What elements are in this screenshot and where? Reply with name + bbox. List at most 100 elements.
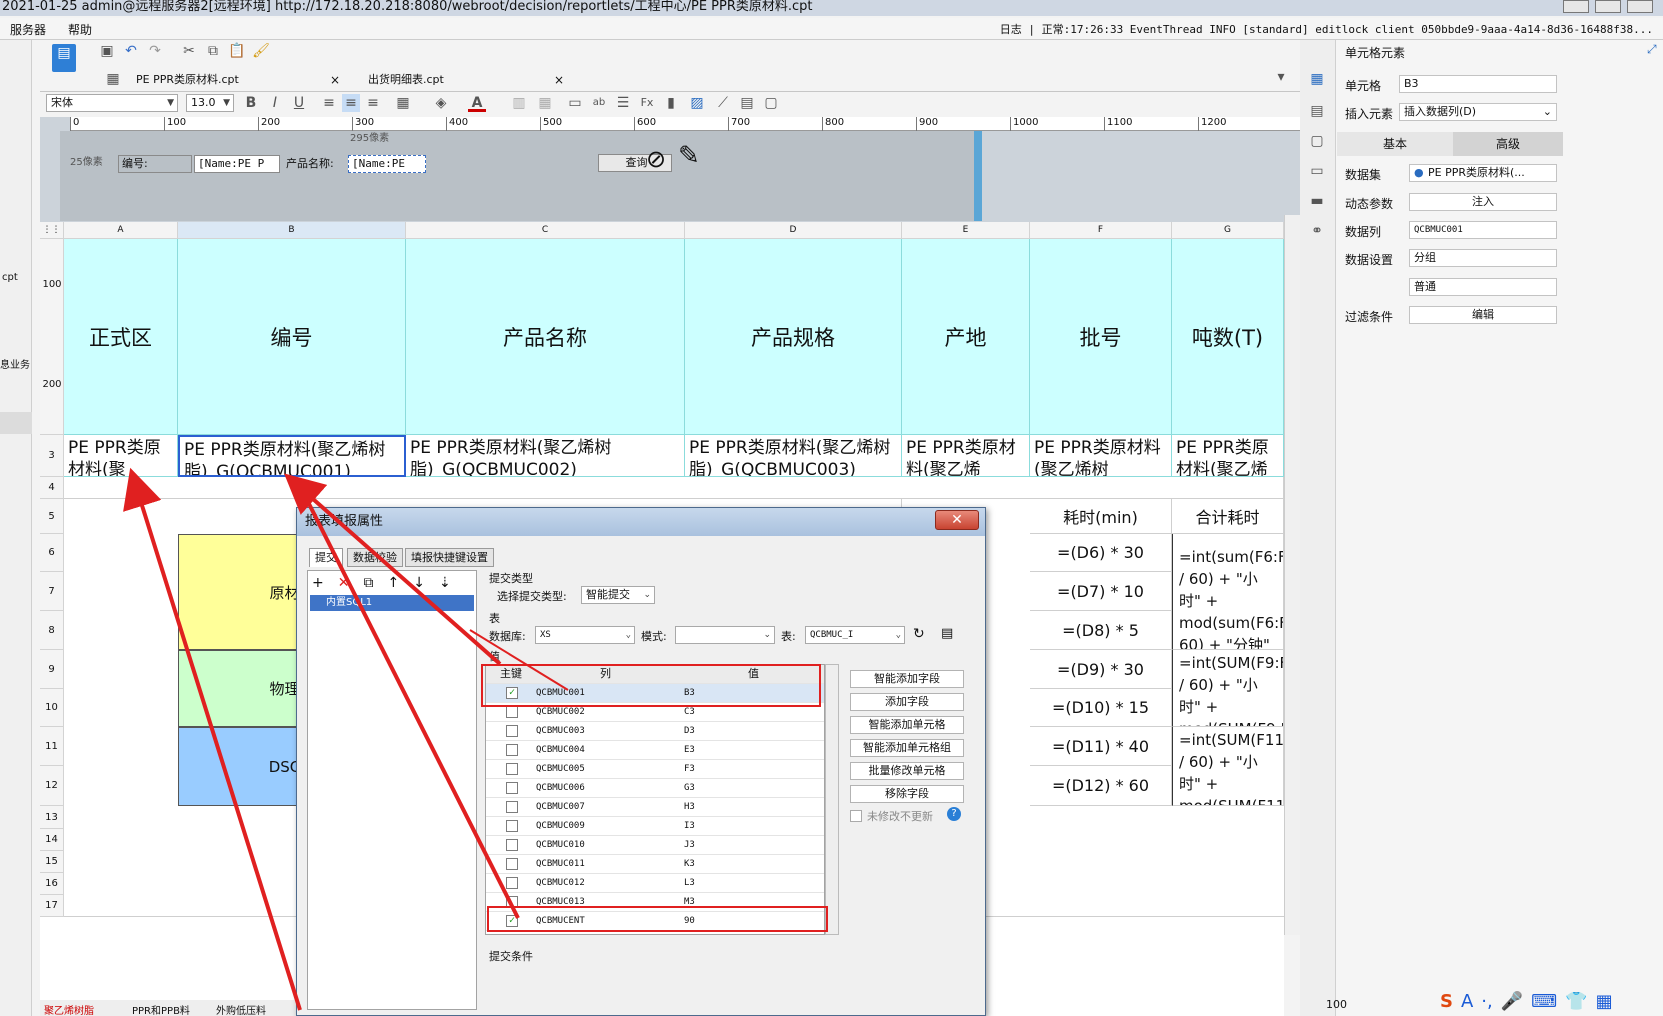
cell-f5[interactable]: 耗时(min) <box>1030 499 1172 534</box>
code-widget[interactable]: [Name:PE P <box>194 155 280 173</box>
cell-g9[interactable]: =int(SUM(F9:F10) / 60) + "小时" + mod(SUM(… <box>1172 650 1284 727</box>
frame-icon[interactable]: ▢ <box>762 94 780 112</box>
minimize-button[interactable] <box>1563 0 1589 13</box>
header-cell-e2[interactable]: 产地 <box>902 239 1030 435</box>
row-header-13[interactable]: 13 <box>40 806 64 829</box>
tab-ppr[interactable]: PE PPR类原材料.cpt × <box>126 68 346 92</box>
cell-f7[interactable]: =(D7) * 10 <box>1030 572 1172 611</box>
data-cell-a3[interactable]: PE PPR类原材料(聚 <box>64 435 178 477</box>
format-painter-icon[interactable]: 🖌 <box>252 42 270 60</box>
tab-shipping[interactable]: 出货明细表.cpt × <box>358 68 570 92</box>
smart-add-field-button[interactable]: 智能添加字段 <box>850 670 964 688</box>
data-cell-g3[interactable]: PE PPR类原材料(聚乙烯 <box>1172 435 1284 477</box>
smart-add-cell-group-button[interactable]: 智能添加单元格组 <box>850 739 964 757</box>
tab-validation[interactable]: 数据校验 <box>347 548 403 567</box>
dialog-close-button[interactable]: ✕ <box>935 510 979 530</box>
header-cell-b2[interactable]: 编号 <box>178 239 406 435</box>
data-setting-select-2[interactable]: 普通 <box>1409 278 1557 296</box>
primary-key-checkbox[interactable] <box>506 877 518 889</box>
text-icon[interactable]: ab <box>590 94 608 112</box>
primary-key-checkbox[interactable] <box>506 744 518 756</box>
smart-add-cell-button[interactable]: 智能添加单元格 <box>850 716 964 734</box>
microphone-icon[interactable]: 🎤 <box>1501 991 1523 1012</box>
data-column-select[interactable]: QCBMUC001 <box>1409 221 1557 239</box>
data-cell-c3[interactable]: PE PPR类原材料(聚乙烯树脂)_G(QCBMUC002) <box>406 435 685 477</box>
header-cell-a2[interactable]: 正式区 <box>64 239 178 435</box>
sogou-icon[interactable]: S <box>1440 991 1453 1012</box>
data-cell-d3[interactable]: PE PPR类原材料(聚乙烯树脂)_G(QCBMUC003) <box>685 435 902 477</box>
border-icon[interactable]: ▦ <box>394 94 412 112</box>
insert-row-icon[interactable]: ▭ <box>566 94 584 112</box>
table-row[interactable]: QCBMUC010 J3 <box>486 836 824 855</box>
row-header-2[interactable]: 100 200 <box>40 239 64 435</box>
row-header-5[interactable]: 5 <box>40 499 64 534</box>
tools-icon[interactable]: ▦ <box>1596 991 1613 1012</box>
condition-icon[interactable]: ▭ <box>1308 162 1326 180</box>
database-select[interactable]: XS ⌄ <box>535 626 635 644</box>
italic-icon[interactable]: I <box>266 94 284 112</box>
table-row[interactable]: QCBMUC007 H3 <box>486 798 824 817</box>
row-header-16[interactable]: 16 <box>40 873 64 895</box>
ime-text-icon[interactable]: A <box>1461 991 1473 1012</box>
fill-color-icon[interactable]: ◈ <box>432 94 450 112</box>
chart-icon[interactable]: ▮ <box>662 94 680 112</box>
remove-field-button[interactable]: 移除字段 <box>850 785 964 803</box>
col-header-a[interactable]: A <box>64 222 178 239</box>
rich-text-icon[interactable]: ☰ <box>614 94 632 112</box>
no-update-checkbox[interactable] <box>850 810 862 822</box>
cell-element-icon[interactable]: ▦ <box>1308 70 1326 88</box>
table-scrollbar[interactable] <box>825 664 839 935</box>
col-header-f[interactable]: F <box>1030 222 1172 239</box>
tab-advanced[interactable]: 高级 <box>1453 132 1563 156</box>
batch-modify-cell-button[interactable]: 批量修改单元格 <box>850 762 964 780</box>
table-row[interactable]: QCBMUC004 E3 <box>486 741 824 760</box>
cut-icon[interactable]: ✂ <box>180 42 198 60</box>
row-header-14[interactable]: 14 <box>40 829 64 851</box>
close-icon[interactable]: × <box>554 68 564 92</box>
tab-basic[interactable]: 基本 <box>1337 132 1453 156</box>
row-header-7[interactable]: 7 <box>40 572 64 611</box>
align-center-icon[interactable]: ≡ <box>342 94 360 112</box>
table-row[interactable]: QCBMUC009 I3 <box>486 817 824 836</box>
data-setting-select[interactable]: 分组 <box>1409 249 1557 267</box>
add-field-button[interactable]: 添加字段 <box>850 693 964 711</box>
bold-icon[interactable]: B <box>242 94 260 112</box>
paste-icon[interactable]: 📋 <box>228 42 246 60</box>
row-header-4[interactable]: 4 <box>40 477 64 499</box>
cell-f10[interactable]: =(D10) * 15 <box>1030 689 1172 727</box>
primary-key-checkbox[interactable] <box>506 820 518 832</box>
move-down-icon[interactable]: ↓ <box>413 575 425 591</box>
save-icon[interactable]: ▣ <box>98 42 116 60</box>
formula-icon[interactable]: Fx <box>638 94 656 112</box>
sheet-tab-2[interactable]: PPR和PPB料 <box>132 1002 190 1016</box>
grid-icon[interactable]: ▦ <box>104 70 122 88</box>
widget-icon[interactable]: ▢ <box>1308 132 1326 150</box>
refresh-icon[interactable]: ↻ <box>913 626 925 642</box>
menu-help[interactable]: 帮助 <box>68 21 92 38</box>
expand-icon[interactable]: ⤢ <box>1647 42 1657 57</box>
primary-key-checkbox[interactable] <box>506 934 518 935</box>
maximize-button[interactable] <box>1595 0 1621 13</box>
cell-field[interactable]: B3 <box>1399 75 1557 93</box>
row-header-8[interactable]: 8 <box>40 611 64 650</box>
link-icon[interactable]: ⚭ <box>1308 222 1326 240</box>
sheet-tab-1[interactable]: 聚乙烯树脂 <box>44 1002 94 1016</box>
submit-type-select[interactable]: 智能提交 ⌄ <box>581 586 655 604</box>
keyboard-icon[interactable]: ⌨ <box>1531 991 1557 1012</box>
primary-key-checkbox[interactable] <box>506 763 518 775</box>
table-select[interactable]: QCBMUC_I ⌄ <box>805 626 905 644</box>
sort-icon[interactable]: ⇣ <box>439 575 451 591</box>
primary-key-checkbox[interactable] <box>506 801 518 813</box>
col-header-b[interactable]: B <box>178 222 406 239</box>
primary-key-checkbox[interactable] <box>506 706 518 718</box>
delete-icon[interactable]: ✕ <box>338 575 350 591</box>
header-cell-f2[interactable]: 批号 <box>1030 239 1172 435</box>
primary-key-checkbox[interactable] <box>506 839 518 851</box>
inject-button[interactable]: 注入 <box>1409 193 1557 211</box>
font-select[interactable]: 宋体 ▼ <box>46 94 178 112</box>
header-cell-g2[interactable]: 吨数(T) <box>1172 239 1284 435</box>
primary-key-checkbox[interactable] <box>506 725 518 737</box>
cell-f12[interactable]: =(D12) * 60 <box>1030 766 1172 806</box>
close-window-button[interactable] <box>1627 0 1653 13</box>
primary-key-checkbox[interactable] <box>506 858 518 870</box>
